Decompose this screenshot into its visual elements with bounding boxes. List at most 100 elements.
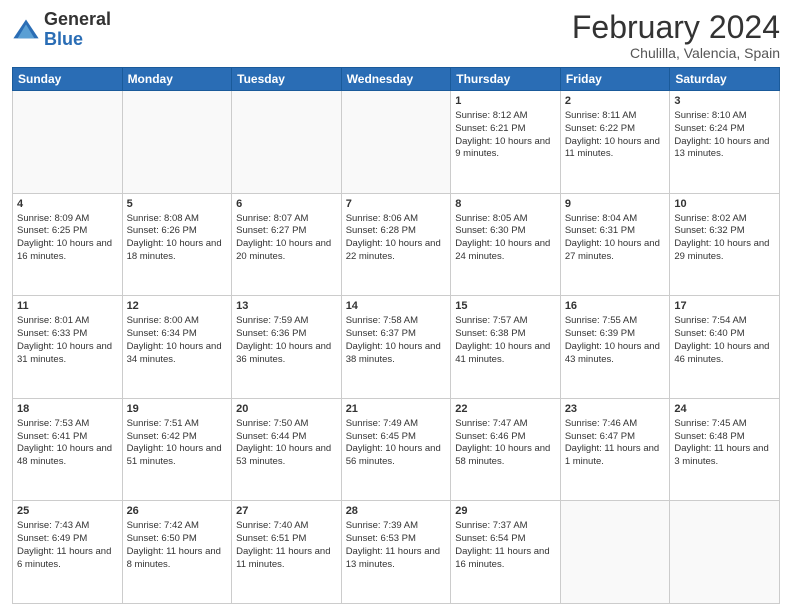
weekday-header-thursday: Thursday	[451, 68, 561, 91]
day-number: 4	[17, 197, 118, 212]
day-number: 8	[455, 197, 556, 212]
day-cell: 10Sunrise: 8:02 AMSunset: 6:32 PMDayligh…	[670, 193, 780, 296]
day-number: 7	[346, 197, 447, 212]
day-info: Sunrise: 8:04 AMSunset: 6:31 PMDaylight:…	[565, 213, 666, 264]
week-row-2: 11Sunrise: 8:01 AMSunset: 6:33 PMDayligh…	[13, 296, 780, 399]
day-info: Sunrise: 7:40 AMSunset: 6:51 PMDaylight:…	[236, 520, 337, 571]
day-cell: 5Sunrise: 8:08 AMSunset: 6:26 PMDaylight…	[122, 193, 232, 296]
day-number: 11	[17, 299, 118, 314]
day-cell: 12Sunrise: 8:00 AMSunset: 6:34 PMDayligh…	[122, 296, 232, 399]
day-info: Sunrise: 7:37 AMSunset: 6:54 PMDaylight:…	[455, 520, 556, 571]
day-cell	[232, 91, 342, 194]
day-cell	[670, 501, 780, 604]
day-cell	[122, 91, 232, 194]
day-cell: 6Sunrise: 8:07 AMSunset: 6:27 PMDaylight…	[232, 193, 342, 296]
day-info: Sunrise: 8:07 AMSunset: 6:27 PMDaylight:…	[236, 213, 337, 264]
title-block: February 2024 Chulilla, Valencia, Spain	[572, 10, 780, 61]
day-cell: 7Sunrise: 8:06 AMSunset: 6:28 PMDaylight…	[341, 193, 451, 296]
day-number: 23	[565, 402, 666, 417]
day-number: 29	[455, 504, 556, 519]
day-cell: 11Sunrise: 8:01 AMSunset: 6:33 PMDayligh…	[13, 296, 123, 399]
header: General Blue February 2024 Chulilla, Val…	[12, 10, 780, 61]
day-number: 12	[127, 299, 228, 314]
day-number: 9	[565, 197, 666, 212]
day-number: 13	[236, 299, 337, 314]
day-cell: 21Sunrise: 7:49 AMSunset: 6:45 PMDayligh…	[341, 398, 451, 501]
day-number: 27	[236, 504, 337, 519]
day-cell: 4Sunrise: 8:09 AMSunset: 6:25 PMDaylight…	[13, 193, 123, 296]
logo-text: General Blue	[44, 10, 111, 50]
day-number: 18	[17, 402, 118, 417]
day-cell: 26Sunrise: 7:42 AMSunset: 6:50 PMDayligh…	[122, 501, 232, 604]
logo: General Blue	[12, 10, 111, 50]
day-cell: 16Sunrise: 7:55 AMSunset: 6:39 PMDayligh…	[560, 296, 670, 399]
weekday-header-row: SundayMondayTuesdayWednesdayThursdayFrid…	[13, 68, 780, 91]
day-cell: 20Sunrise: 7:50 AMSunset: 6:44 PMDayligh…	[232, 398, 342, 501]
day-cell: 14Sunrise: 7:58 AMSunset: 6:37 PMDayligh…	[341, 296, 451, 399]
day-cell: 19Sunrise: 7:51 AMSunset: 6:42 PMDayligh…	[122, 398, 232, 501]
day-info: Sunrise: 7:45 AMSunset: 6:48 PMDaylight:…	[674, 418, 775, 469]
day-cell: 29Sunrise: 7:37 AMSunset: 6:54 PMDayligh…	[451, 501, 561, 604]
day-number: 14	[346, 299, 447, 314]
day-info: Sunrise: 7:53 AMSunset: 6:41 PMDaylight:…	[17, 418, 118, 469]
day-info: Sunrise: 7:51 AMSunset: 6:42 PMDaylight:…	[127, 418, 228, 469]
day-info: Sunrise: 7:47 AMSunset: 6:46 PMDaylight:…	[455, 418, 556, 469]
week-row-3: 18Sunrise: 7:53 AMSunset: 6:41 PMDayligh…	[13, 398, 780, 501]
day-info: Sunrise: 7:58 AMSunset: 6:37 PMDaylight:…	[346, 315, 447, 366]
day-info: Sunrise: 7:43 AMSunset: 6:49 PMDaylight:…	[17, 520, 118, 571]
day-cell: 13Sunrise: 7:59 AMSunset: 6:36 PMDayligh…	[232, 296, 342, 399]
logo-icon	[12, 16, 40, 44]
day-cell: 1Sunrise: 8:12 AMSunset: 6:21 PMDaylight…	[451, 91, 561, 194]
weekday-header-friday: Friday	[560, 68, 670, 91]
day-cell	[341, 91, 451, 194]
day-cell: 9Sunrise: 8:04 AMSunset: 6:31 PMDaylight…	[560, 193, 670, 296]
weekday-header-wednesday: Wednesday	[341, 68, 451, 91]
day-info: Sunrise: 7:50 AMSunset: 6:44 PMDaylight:…	[236, 418, 337, 469]
weekday-header-tuesday: Tuesday	[232, 68, 342, 91]
page: General Blue February 2024 Chulilla, Val…	[0, 0, 792, 612]
day-info: Sunrise: 7:54 AMSunset: 6:40 PMDaylight:…	[674, 315, 775, 366]
weekday-header-monday: Monday	[122, 68, 232, 91]
day-number: 16	[565, 299, 666, 314]
week-row-0: 1Sunrise: 8:12 AMSunset: 6:21 PMDaylight…	[13, 91, 780, 194]
day-number: 5	[127, 197, 228, 212]
day-cell: 8Sunrise: 8:05 AMSunset: 6:30 PMDaylight…	[451, 193, 561, 296]
day-info: Sunrise: 8:06 AMSunset: 6:28 PMDaylight:…	[346, 213, 447, 264]
subtitle: Chulilla, Valencia, Spain	[572, 45, 780, 61]
day-info: Sunrise: 8:12 AMSunset: 6:21 PMDaylight:…	[455, 110, 556, 161]
day-cell	[560, 501, 670, 604]
day-number: 26	[127, 504, 228, 519]
day-cell: 18Sunrise: 7:53 AMSunset: 6:41 PMDayligh…	[13, 398, 123, 501]
day-cell: 22Sunrise: 7:47 AMSunset: 6:46 PMDayligh…	[451, 398, 561, 501]
day-cell: 17Sunrise: 7:54 AMSunset: 6:40 PMDayligh…	[670, 296, 780, 399]
day-info: Sunrise: 8:05 AMSunset: 6:30 PMDaylight:…	[455, 213, 556, 264]
day-info: Sunrise: 8:11 AMSunset: 6:22 PMDaylight:…	[565, 110, 666, 161]
day-info: Sunrise: 8:02 AMSunset: 6:32 PMDaylight:…	[674, 213, 775, 264]
day-info: Sunrise: 7:49 AMSunset: 6:45 PMDaylight:…	[346, 418, 447, 469]
day-number: 21	[346, 402, 447, 417]
day-cell: 24Sunrise: 7:45 AMSunset: 6:48 PMDayligh…	[670, 398, 780, 501]
day-number: 17	[674, 299, 775, 314]
day-cell	[13, 91, 123, 194]
day-info: Sunrise: 8:09 AMSunset: 6:25 PMDaylight:…	[17, 213, 118, 264]
weekday-header-saturday: Saturday	[670, 68, 780, 91]
main-title: February 2024	[572, 10, 780, 45]
week-row-4: 25Sunrise: 7:43 AMSunset: 6:49 PMDayligh…	[13, 501, 780, 604]
day-cell: 23Sunrise: 7:46 AMSunset: 6:47 PMDayligh…	[560, 398, 670, 501]
day-info: Sunrise: 8:08 AMSunset: 6:26 PMDaylight:…	[127, 213, 228, 264]
day-info: Sunrise: 7:42 AMSunset: 6:50 PMDaylight:…	[127, 520, 228, 571]
week-row-1: 4Sunrise: 8:09 AMSunset: 6:25 PMDaylight…	[13, 193, 780, 296]
day-info: Sunrise: 7:39 AMSunset: 6:53 PMDaylight:…	[346, 520, 447, 571]
logo-general-text: General	[44, 10, 111, 30]
day-cell: 28Sunrise: 7:39 AMSunset: 6:53 PMDayligh…	[341, 501, 451, 604]
weekday-header-sunday: Sunday	[13, 68, 123, 91]
day-info: Sunrise: 7:59 AMSunset: 6:36 PMDaylight:…	[236, 315, 337, 366]
calendar-table: SundayMondayTuesdayWednesdayThursdayFrid…	[12, 67, 780, 604]
day-cell: 3Sunrise: 8:10 AMSunset: 6:24 PMDaylight…	[670, 91, 780, 194]
day-number: 3	[674, 94, 775, 109]
day-info: Sunrise: 8:01 AMSunset: 6:33 PMDaylight:…	[17, 315, 118, 366]
day-number: 1	[455, 94, 556, 109]
day-number: 28	[346, 504, 447, 519]
day-cell: 25Sunrise: 7:43 AMSunset: 6:49 PMDayligh…	[13, 501, 123, 604]
day-number: 19	[127, 402, 228, 417]
